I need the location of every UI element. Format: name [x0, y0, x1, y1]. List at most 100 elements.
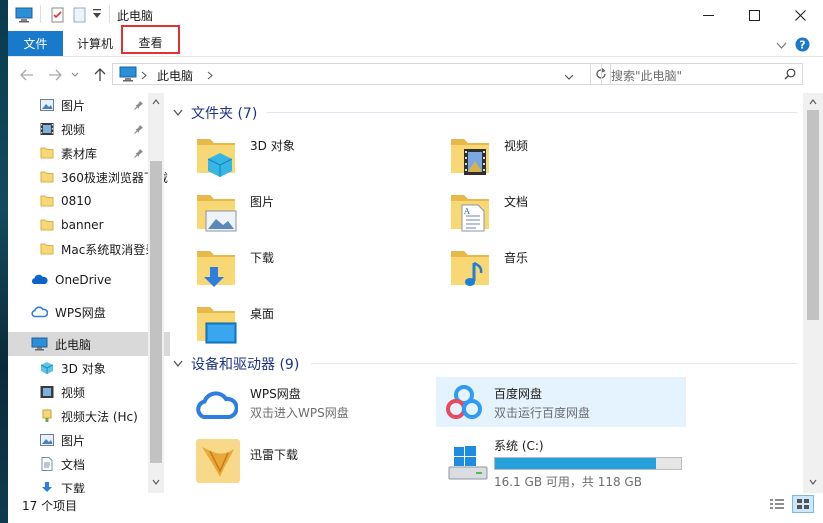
forward-button[interactable]: [45, 65, 65, 85]
address-dropdown-icon[interactable]: [564, 70, 574, 84]
pictures-icon: [197, 195, 237, 232]
new-folder-icon[interactable]: [72, 7, 88, 26]
status-bar: 17 个项目: [8, 493, 823, 523]
help-icon[interactable]: ?: [795, 37, 810, 55]
scroll-down-icon[interactable]: [809, 479, 817, 485]
nav-item-wps-cloud[interactable]: WPS网盘: [8, 300, 170, 324]
content-scrollbar-thumb[interactable]: [807, 110, 819, 320]
breadcrumb-separator-icon[interactable]: [207, 69, 213, 83]
window-title: 此电脑: [117, 9, 154, 23]
documents-icon: A: [451, 195, 489, 232]
scroll-down-icon[interactable]: [152, 479, 160, 485]
computer-icon[interactable]: [15, 7, 33, 26]
folder-tile-desktop[interactable]: 桌面: [176, 297, 416, 345]
tab-computer[interactable]: 计算机: [77, 31, 113, 56]
folder-tile-music[interactable]: 音乐: [430, 241, 670, 289]
tile-label: 桌面: [250, 307, 275, 321]
device-tile-baidu-netdisk[interactable]: 百度网盘 双击运行百度网盘: [436, 377, 686, 427]
desktop-edge: [0, 258, 8, 288]
3d-objects-icon: [197, 139, 235, 177]
wps-cloud-icon: [31, 306, 48, 318]
downloads-icon: [197, 251, 235, 287]
drive-usage-fill: [495, 458, 656, 469]
computer-icon: [119, 66, 137, 85]
music-icon: [451, 251, 489, 286]
qat-divider: [109, 5, 110, 23]
nav-item-label: WPS网盘: [55, 305, 106, 320]
chevron-down-icon[interactable]: [173, 109, 183, 117]
pin-icon[interactable]: [134, 100, 144, 110]
nav-item-label: Mac系统取消登录: [61, 242, 158, 257]
group-header-folders[interactable]: 文件夹 (7): [173, 103, 257, 123]
group-header-label: 文件夹 (7): [191, 106, 258, 122]
tab-file[interactable]: 文件: [8, 31, 63, 56]
folder-icon: [40, 147, 54, 159]
device-tile-thunder[interactable]: 迅雷下载: [176, 433, 426, 489]
up-button[interactable]: [90, 65, 110, 85]
nav-item-label: 图片: [61, 98, 86, 113]
nav-scrollbar-thumb[interactable]: [150, 161, 162, 463]
videos-icon: [40, 123, 54, 135]
nav-item-label: 视频: [61, 385, 86, 400]
breadcrumb-separator-icon[interactable]: [141, 69, 147, 83]
pictures-icon: [40, 434, 54, 446]
tab-view[interactable]: 查看: [121, 25, 180, 54]
content-scrollbar[interactable]: [803, 93, 823, 493]
scroll-up-icon[interactable]: [152, 99, 160, 105]
pin-icon[interactable]: [134, 124, 144, 134]
videos-icon: [451, 139, 489, 175]
minimize-button[interactable]: [685, 0, 731, 31]
pin-icon[interactable]: [134, 148, 144, 158]
folder-tile-documents[interactable]: A 文档: [430, 185, 670, 233]
tile-label: 下载: [250, 251, 275, 265]
back-button[interactable]: [17, 65, 37, 85]
folder-tile-pictures[interactable]: 图片: [176, 185, 416, 233]
group-header-devices[interactable]: 设备和驱动器 (9): [173, 354, 299, 374]
chevron-down-icon[interactable]: [173, 360, 183, 368]
svg-text:?: ?: [799, 39, 805, 52]
ribbon-tabs: 文件 计算机 查看 ?: [8, 25, 823, 57]
ribbon-expand-icon[interactable]: [776, 39, 787, 53]
folder-tile-3d-objects[interactable]: 3D 对象: [176, 129, 416, 177]
address-bar[interactable]: 此电脑: [112, 63, 591, 85]
group-divider: [267, 112, 797, 113]
nav-item-onedrive[interactable]: OneDrive: [8, 268, 170, 292]
computer-icon: [31, 337, 48, 351]
breadcrumb-this-pc[interactable]: 此电脑: [157, 67, 193, 84]
details-view-icon[interactable]: [769, 498, 785, 515]
videos-icon: [40, 386, 54, 398]
folder-tile-downloads[interactable]: 下载: [176, 241, 416, 289]
tile-label: WPS网盘: [250, 387, 301, 401]
folder-tile-videos[interactable]: 视频: [430, 129, 670, 177]
explorer-window: 此电脑 文件 计算机 查看 ? 此电脑 搜索"此电脑" 图片 视频 素材库 36…: [8, 0, 823, 523]
nav-item-this-pc[interactable]: 此电脑: [8, 332, 170, 356]
scroll-up-icon[interactable]: [809, 99, 817, 105]
maximize-button[interactable]: [731, 0, 777, 31]
tile-subtitle: 双击运行百度网盘: [494, 406, 591, 420]
nav-item-label: 图片: [61, 433, 86, 448]
navigation-pane: 图片 视频 素材库 360极速浏览器下载 0810 banner Mac系统取消…: [8, 93, 170, 496]
search-placeholder: 搜索"此电脑": [611, 69, 683, 83]
desktop-icon: [197, 307, 237, 344]
nav-scrollbar[interactable]: [148, 93, 164, 493]
drive-icon: [42, 409, 52, 422]
folder-icon: [40, 243, 54, 255]
large-icons-view-icon[interactable]: [792, 495, 814, 513]
tile-label: 百度网盘: [494, 387, 543, 401]
recent-locations-icon[interactable]: [68, 65, 82, 85]
device-tile-system-drive[interactable]: 系统 (C:) 16.1 GB 可用，共 118 GB: [436, 433, 706, 489]
search-box[interactable]: 搜索"此电脑": [601, 63, 803, 85]
svg-text:A: A: [463, 207, 470, 216]
folder-icon: [40, 219, 54, 231]
nav-item-label: 素材库: [61, 146, 98, 161]
close-button[interactable]: [777, 0, 823, 31]
onedrive-icon: [31, 274, 48, 284]
folder-icon: [40, 171, 54, 183]
properties-icon[interactable]: [50, 7, 66, 26]
3d-objects-icon: [40, 362, 54, 374]
search-icon[interactable]: [784, 68, 796, 83]
device-tile-wps-cloud[interactable]: WPS网盘 双击进入WPS网盘: [176, 377, 426, 425]
nav-item-label: OneDrive: [55, 273, 112, 287]
tile-label: 文档: [504, 195, 529, 209]
dropdown-icon[interactable]: [92, 8, 102, 23]
